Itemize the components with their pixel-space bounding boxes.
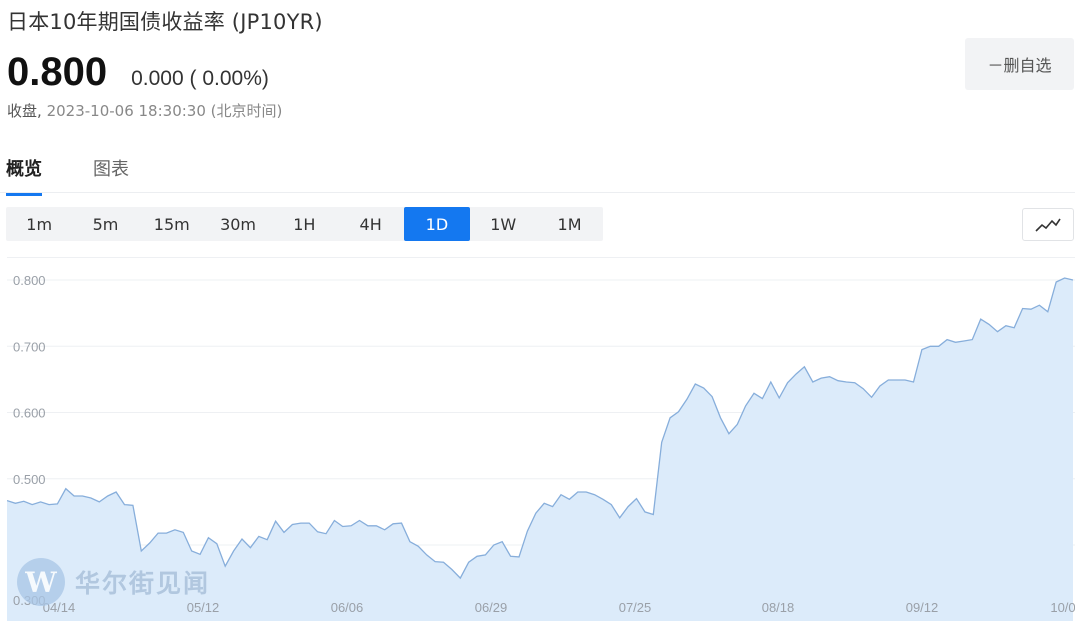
period-1w[interactable]: 1W (470, 207, 536, 241)
period-30m[interactable]: 30m (205, 207, 271, 241)
status-label: 收盘, (7, 102, 42, 120)
period-selector: 1m 5m 15m 30m 1H 4H 1D 1W 1M (6, 207, 603, 241)
price-change: 0.000 ( 0.00%) (131, 67, 269, 90)
x-tick-label: 06/06 (331, 600, 364, 615)
page-title: 日本10年期国债收益率 (JP10YR) (7, 10, 323, 34)
price-row: 0.800 0.000 ( 0.00%) (7, 50, 269, 95)
chart-type-button[interactable] (1022, 208, 1074, 241)
y-tick-label: 0.600 (13, 406, 46, 421)
line-chart-icon (1035, 218, 1061, 232)
x-tick-label: 10/0 (1050, 600, 1075, 615)
x-tick-label: 07/25 (619, 600, 652, 615)
status-timestamp: 2023-10-06 18:30:30 (北京时间) (46, 102, 283, 120)
period-1month[interactable]: 1M (536, 207, 602, 241)
period-4h[interactable]: 4H (337, 207, 403, 241)
y-tick-label: 0.500 (13, 472, 46, 487)
period-1m[interactable]: 1m (6, 207, 72, 241)
tab-overview[interactable]: 概览 (6, 155, 42, 196)
x-tick-label: 08/18 (762, 600, 795, 615)
period-1d[interactable]: 1D (403, 207, 471, 241)
watermark-logo: W (17, 558, 65, 606)
current-price: 0.800 (7, 50, 108, 94)
tab-chart[interactable]: 图表 (93, 155, 129, 193)
period-5m[interactable]: 5m (72, 207, 138, 241)
x-tick-label: 06/29 (475, 600, 508, 615)
y-tick-label: 0.700 (13, 339, 46, 354)
watermark-text: 华尔街见闻 (75, 569, 211, 598)
remove-watchlist-button[interactable]: －删自选 (965, 38, 1074, 90)
y-tick-label: 0.800 (13, 273, 46, 288)
period-1h[interactable]: 1H (271, 207, 337, 241)
market-status: 收盘, 2023-10-06 18:30:30 (北京时间) (7, 100, 282, 121)
period-15m[interactable]: 15m (139, 207, 205, 241)
tab-bar: 概览 图表 (0, 150, 1075, 196)
x-tick-label: 09/12 (906, 600, 939, 615)
watermark: W 华尔街见闻 (17, 558, 210, 606)
